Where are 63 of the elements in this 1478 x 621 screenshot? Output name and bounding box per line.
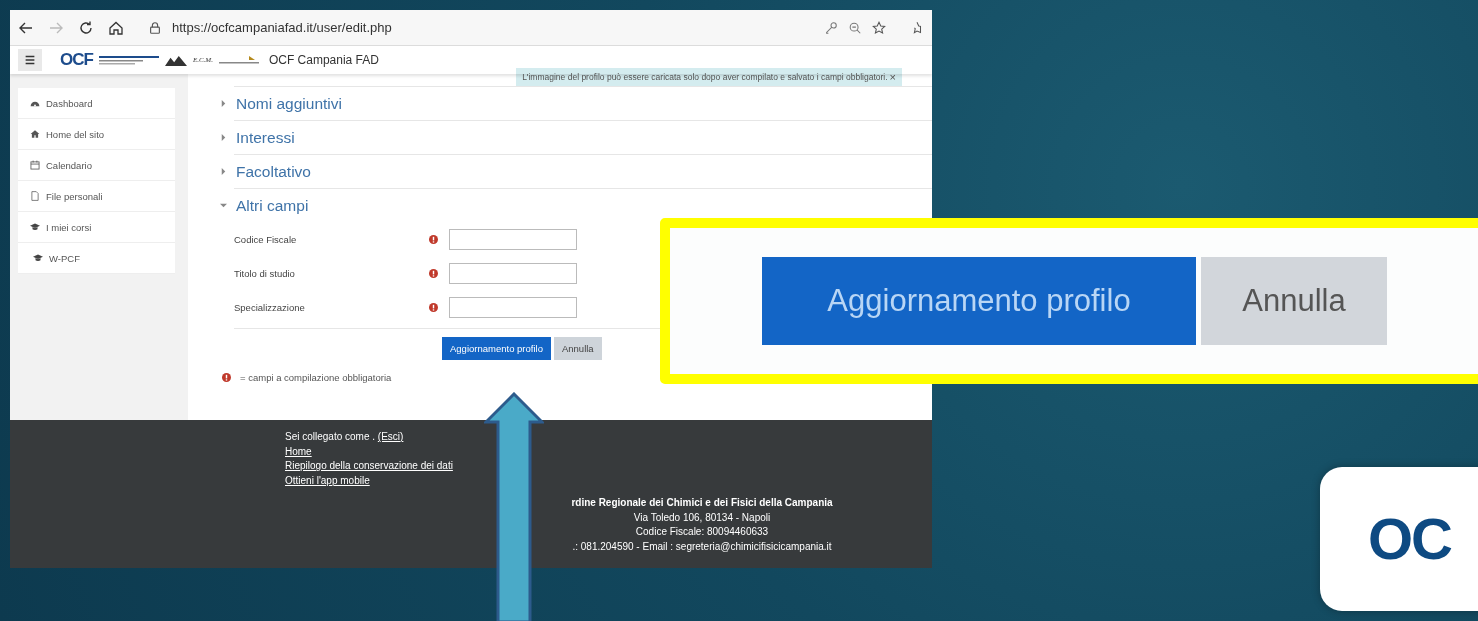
home-icon[interactable] bbox=[108, 19, 124, 36]
caret-right-icon bbox=[220, 134, 227, 141]
file-icon bbox=[30, 191, 40, 201]
caret-down-icon bbox=[220, 202, 227, 209]
sidebar-item[interactable]: Calendario bbox=[18, 150, 175, 181]
ocf-logo: OC bbox=[1368, 510, 1451, 568]
zoom-out-icon[interactable] bbox=[848, 20, 862, 35]
graduation-cap-icon bbox=[30, 222, 40, 232]
organization-info: Codice Fiscale: 80094460633 bbox=[635, 525, 769, 539]
ecm-banner-drawing bbox=[218, 54, 259, 66]
calendar-icon bbox=[30, 160, 40, 170]
footer-link[interactable]: Ottieni l'app mobile bbox=[285, 473, 370, 488]
legend-text: = campi a compilazione obbligatoria bbox=[240, 372, 392, 383]
sidebar-item-label: File personali bbox=[46, 190, 103, 202]
required-icon bbox=[222, 373, 231, 382]
caret-right-icon bbox=[220, 100, 227, 107]
text-input[interactable] bbox=[449, 262, 577, 284]
url-text: https://ocfcampaniafad.it/user/edit.php bbox=[172, 20, 392, 35]
section-header[interactable]: Nomi aggiuntivi bbox=[220, 87, 932, 120]
footer-link[interactable]: Home bbox=[285, 444, 312, 459]
section-header[interactable]: Interessi bbox=[220, 121, 932, 154]
section-header[interactable]: Altri campi bbox=[220, 189, 932, 222]
field-label: Specializzazione bbox=[234, 301, 306, 313]
text-input[interactable] bbox=[449, 228, 577, 250]
cancel-button[interactable]: Annulla bbox=[553, 337, 602, 360]
home-icon bbox=[30, 129, 40, 139]
organization-info: Via Toledo 106, 80134 - Napoli bbox=[633, 510, 771, 525]
sidebar-item-label: I miei corsi bbox=[46, 221, 92, 233]
sidebar-item[interactable]: File personali bbox=[18, 181, 175, 212]
sidebar-item-label: W-PCF bbox=[49, 252, 80, 264]
sidebar-item[interactable]: W-PCF bbox=[18, 243, 175, 274]
sidebar-item[interactable]: Dashboard bbox=[18, 88, 175, 119]
text-input[interactable] bbox=[449, 296, 577, 318]
close-button[interactable]: × bbox=[889, 71, 896, 83]
mountains-icon bbox=[164, 54, 187, 66]
alert-text: L'immagine del profilo può essere caricata solo dopo aver compilato e salvato i campi obbligatori. bbox=[522, 72, 888, 82]
logo-banner-drawing bbox=[98, 54, 159, 66]
login-info: Sei collegato come . bbox=[285, 431, 376, 442]
organization-info: .: 081.204590 - Email : segreteria@chimicifisicicampania.it bbox=[572, 539, 832, 554]
sidebar-item-label: Calendario bbox=[46, 159, 92, 171]
cancel-button[interactable]: Annulla bbox=[1201, 257, 1387, 345]
favorite-star-icon[interactable] bbox=[872, 20, 886, 35]
caret-right-icon bbox=[220, 168, 227, 175]
field-label: Titolo di studio bbox=[234, 267, 296, 279]
site-logo[interactable]: OCF bbox=[60, 50, 93, 70]
sidebar-item-label: Dashboard bbox=[46, 97, 93, 109]
update-profile-button[interactable]: Aggiornamento profilo bbox=[442, 337, 551, 360]
key-icon[interactable] bbox=[824, 20, 838, 35]
organization-info: rdine Regionale dei Chimici e dei Fisici della Campania bbox=[571, 496, 833, 510]
section-header[interactable]: Facoltativo bbox=[220, 155, 932, 188]
logout-link[interactable]: (Esci) bbox=[377, 431, 404, 442]
site-name[interactable]: OCF Campania FAD bbox=[268, 53, 379, 67]
reload-icon[interactable] bbox=[78, 19, 94, 36]
menu-button[interactable] bbox=[18, 49, 42, 71]
sidebar-item[interactable]: I miei corsi bbox=[18, 212, 175, 243]
menu-icon bbox=[23, 53, 37, 67]
sidebar-item-label: Home del sito bbox=[46, 128, 105, 140]
footer-link[interactable]: Riepilogo della conservazione dei dati bbox=[285, 459, 453, 474]
field-label: Codice Fiscale bbox=[234, 233, 298, 245]
update-profile-button[interactable]: Aggiornamento profilo bbox=[762, 257, 1196, 345]
lock-icon bbox=[148, 20, 162, 35]
sidebar-item[interactable]: Home del sito bbox=[18, 119, 175, 150]
graduation-cap-icon bbox=[33, 253, 43, 263]
